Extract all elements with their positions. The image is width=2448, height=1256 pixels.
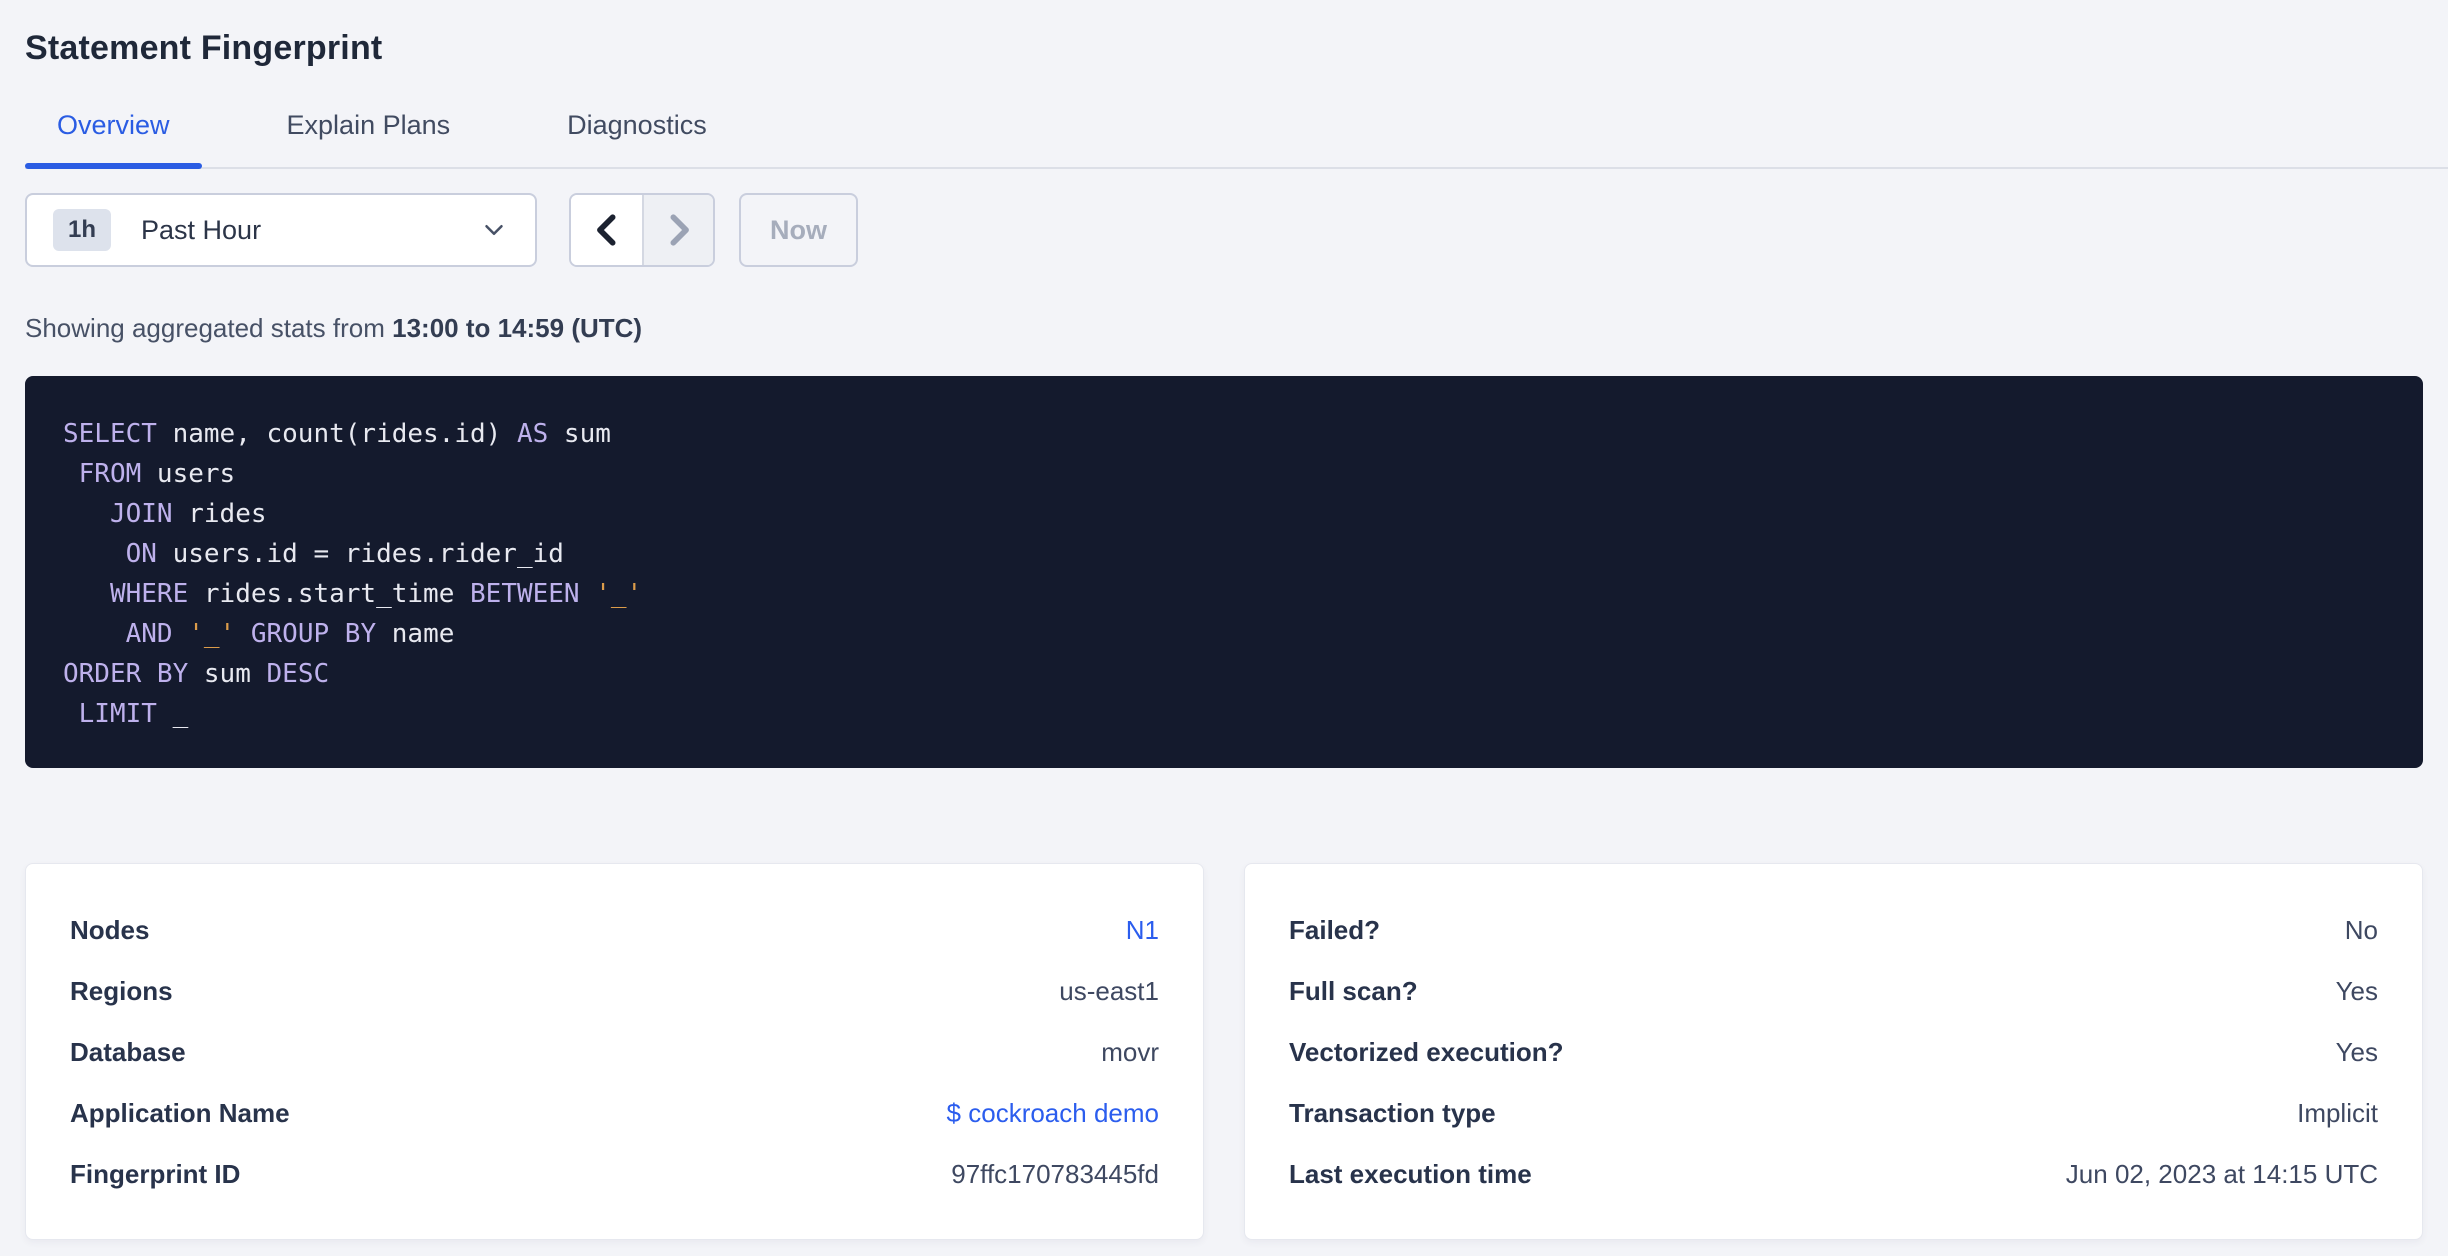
detail-value: movr <box>1101 1037 1159 1067</box>
prev-interval-button[interactable] <box>571 195 642 265</box>
detail-label: Fingerprint ID <box>70 1159 241 1189</box>
detail-row: Application Name $ cockroach demo <box>70 1083 1159 1144</box>
detail-value: 97ffc170783445fd <box>951 1159 1159 1189</box>
detail-value: Yes <box>2335 976 2378 1006</box>
detail-label: Application Name <box>70 1098 290 1128</box>
interval-arrow-group <box>569 193 715 267</box>
detail-row: Failed? No <box>1289 900 2378 961</box>
time-interval-select[interactable]: 1h Past Hour <box>25 193 537 267</box>
chevron-right-icon <box>670 214 689 246</box>
detail-value-link[interactable]: $ cockroach demo <box>947 1098 1159 1129</box>
detail-value: Yes <box>2335 1037 2378 1067</box>
detail-row: Vectorized execution? Yes <box>1289 1022 2378 1083</box>
tab-diagnostics[interactable]: Diagnostics <box>535 98 739 167</box>
now-button[interactable]: Now <box>739 193 858 267</box>
chevron-left-icon <box>596 214 615 246</box>
detail-cards: Nodes N1 Regions us-east1 Database movr Applic… <box>25 863 2423 1240</box>
detail-label: Transaction type <box>1289 1098 1496 1128</box>
detail-label: Failed? <box>1289 915 1381 945</box>
detail-row: Transaction type Implicit <box>1289 1083 2378 1144</box>
time-controls: 1h Past Hour Now <box>25 193 2423 267</box>
detail-label: Full scan? <box>1289 976 1418 1006</box>
statement-details-card-right: Failed? No Full scan? Yes Vectorized executi… <box>1244 863 2423 1240</box>
detail-label: Last execution time <box>1289 1159 1532 1189</box>
tab-explain-plans[interactable]: Explain Plans <box>255 98 483 167</box>
tab-bar: Overview Explain Plans Diagnostics <box>25 98 2448 169</box>
detail-label: Nodes <box>70 915 150 945</box>
page-title: Statement Fingerprint <box>25 29 383 67</box>
detail-row: Regions us-east1 <box>70 961 1159 1022</box>
detail-label: Database <box>70 1037 186 1067</box>
detail-value: No <box>2344 915 2378 945</box>
tab-overview[interactable]: Overview <box>25 98 202 169</box>
statement-details-card-left: Nodes N1 Regions us-east1 Database movr Applic… <box>25 863 1204 1240</box>
interval-badge: 1h <box>53 209 112 251</box>
detail-label: Regions <box>70 976 173 1006</box>
chevron-down-icon <box>485 225 503 235</box>
next-interval-button[interactable] <box>642 195 713 265</box>
detail-value-link[interactable]: N1 <box>1126 915 1159 946</box>
detail-value: Implicit <box>2297 1098 2378 1128</box>
detail-row: Fingerprint ID 97ffc170783445fd <box>70 1144 1159 1205</box>
aggregated-stats-caption: Showing aggregated stats from 13:00 to 1… <box>25 313 2423 344</box>
detail-row: Database movr <box>70 1022 1159 1083</box>
detail-row: Nodes N1 <box>70 900 1159 961</box>
detail-row: Full scan? Yes <box>1289 961 2378 1022</box>
statement-sql-box: SELECT name, count(rides.id) AS sum FROM… <box>25 376 2423 768</box>
interval-label: Past Hour <box>141 214 262 245</box>
stats-range: 13:00 to 14:59 (UTC) <box>392 313 643 343</box>
stats-prefix: Showing aggregated stats from <box>25 313 393 343</box>
detail-value: us-east1 <box>1059 976 1159 1006</box>
detail-row: Last execution time Jun 02, 2023 at 14:15… <box>1289 1144 2378 1205</box>
detail-value: Jun 02, 2023 at 14:15 UTC <box>2065 1159 2378 1189</box>
detail-label: Vectorized execution? <box>1289 1037 1564 1067</box>
statement-fingerprint-page: Statement Fingerprint Overview Explain Pl… <box>0 0 2448 1256</box>
